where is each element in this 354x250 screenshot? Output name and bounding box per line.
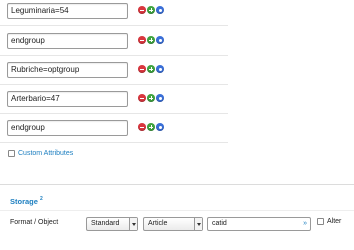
alter-checkbox[interactable] — [317, 218, 324, 225]
option-value-field[interactable]: Arterbario=47 — [7, 91, 128, 107]
remove-icon[interactable] — [138, 36, 146, 44]
storage-rule — [0, 210, 354, 211]
storage-title[interactable]: Storage 2 — [10, 196, 43, 206]
options-icon[interactable] — [156, 123, 164, 131]
storage-title-sup: 2 — [40, 196, 43, 202]
option-value-field[interactable]: Rubriche=optgroup — [7, 62, 128, 78]
option-row: endgroup — [0, 30, 228, 56]
alter-toggle[interactable]: Alter — [317, 218, 341, 225]
options-icon[interactable] — [156, 36, 164, 44]
section-divider — [0, 184, 354, 185]
custom-attributes-link[interactable]: Custom Attributes — [18, 150, 73, 157]
format-object-label: Format / Object — [10, 219, 59, 226]
remove-icon[interactable] — [138, 6, 146, 14]
options-icon[interactable] — [156, 94, 164, 102]
remove-icon[interactable] — [138, 123, 146, 131]
object-select-value: Article — [148, 220, 168, 227]
custom-attributes-toggle[interactable]: Custom Attributes — [8, 148, 73, 158]
remove-icon[interactable] — [138, 94, 146, 102]
object-select[interactable]: Article — [143, 217, 203, 231]
form-page: Leguminaria=54 endgroup Rubriche=optgrou… — [0, 0, 354, 250]
format-select[interactable]: Standard — [86, 217, 138, 231]
option-row: endgroup — [0, 117, 228, 143]
double-chevron-icon[interactable]: » — [303, 218, 307, 230]
alter-label: Alter — [327, 218, 342, 225]
option-value-field[interactable]: Leguminaria=54 — [7, 3, 128, 19]
add-icon[interactable] — [147, 6, 155, 14]
add-icon[interactable] — [147, 123, 155, 131]
option-row: Leguminaria=54 — [0, 0, 228, 26]
option-value-field[interactable]: endgroup — [7, 33, 128, 49]
chevron-down-icon — [129, 218, 137, 230]
option-row: Arterbario=47 — [0, 88, 228, 114]
remove-icon[interactable] — [138, 65, 146, 73]
storage-title-text[interactable]: Storage — [10, 197, 38, 206]
options-icon[interactable] — [156, 6, 164, 14]
option-row: Rubriche=optgroup — [0, 59, 228, 85]
options-icon[interactable] — [156, 65, 164, 73]
add-icon[interactable] — [147, 65, 155, 73]
custom-attributes-checkbox[interactable] — [8, 149, 15, 157]
add-icon[interactable] — [147, 36, 155, 44]
add-icon[interactable] — [147, 94, 155, 102]
format-select-value: Standard — [91, 220, 120, 227]
storage-field-input[interactable]: catid » — [207, 217, 311, 231]
chevron-down-icon — [194, 218, 202, 230]
option-value-field[interactable]: endgroup — [7, 120, 128, 136]
storage-field-value: catid — [212, 220, 227, 227]
